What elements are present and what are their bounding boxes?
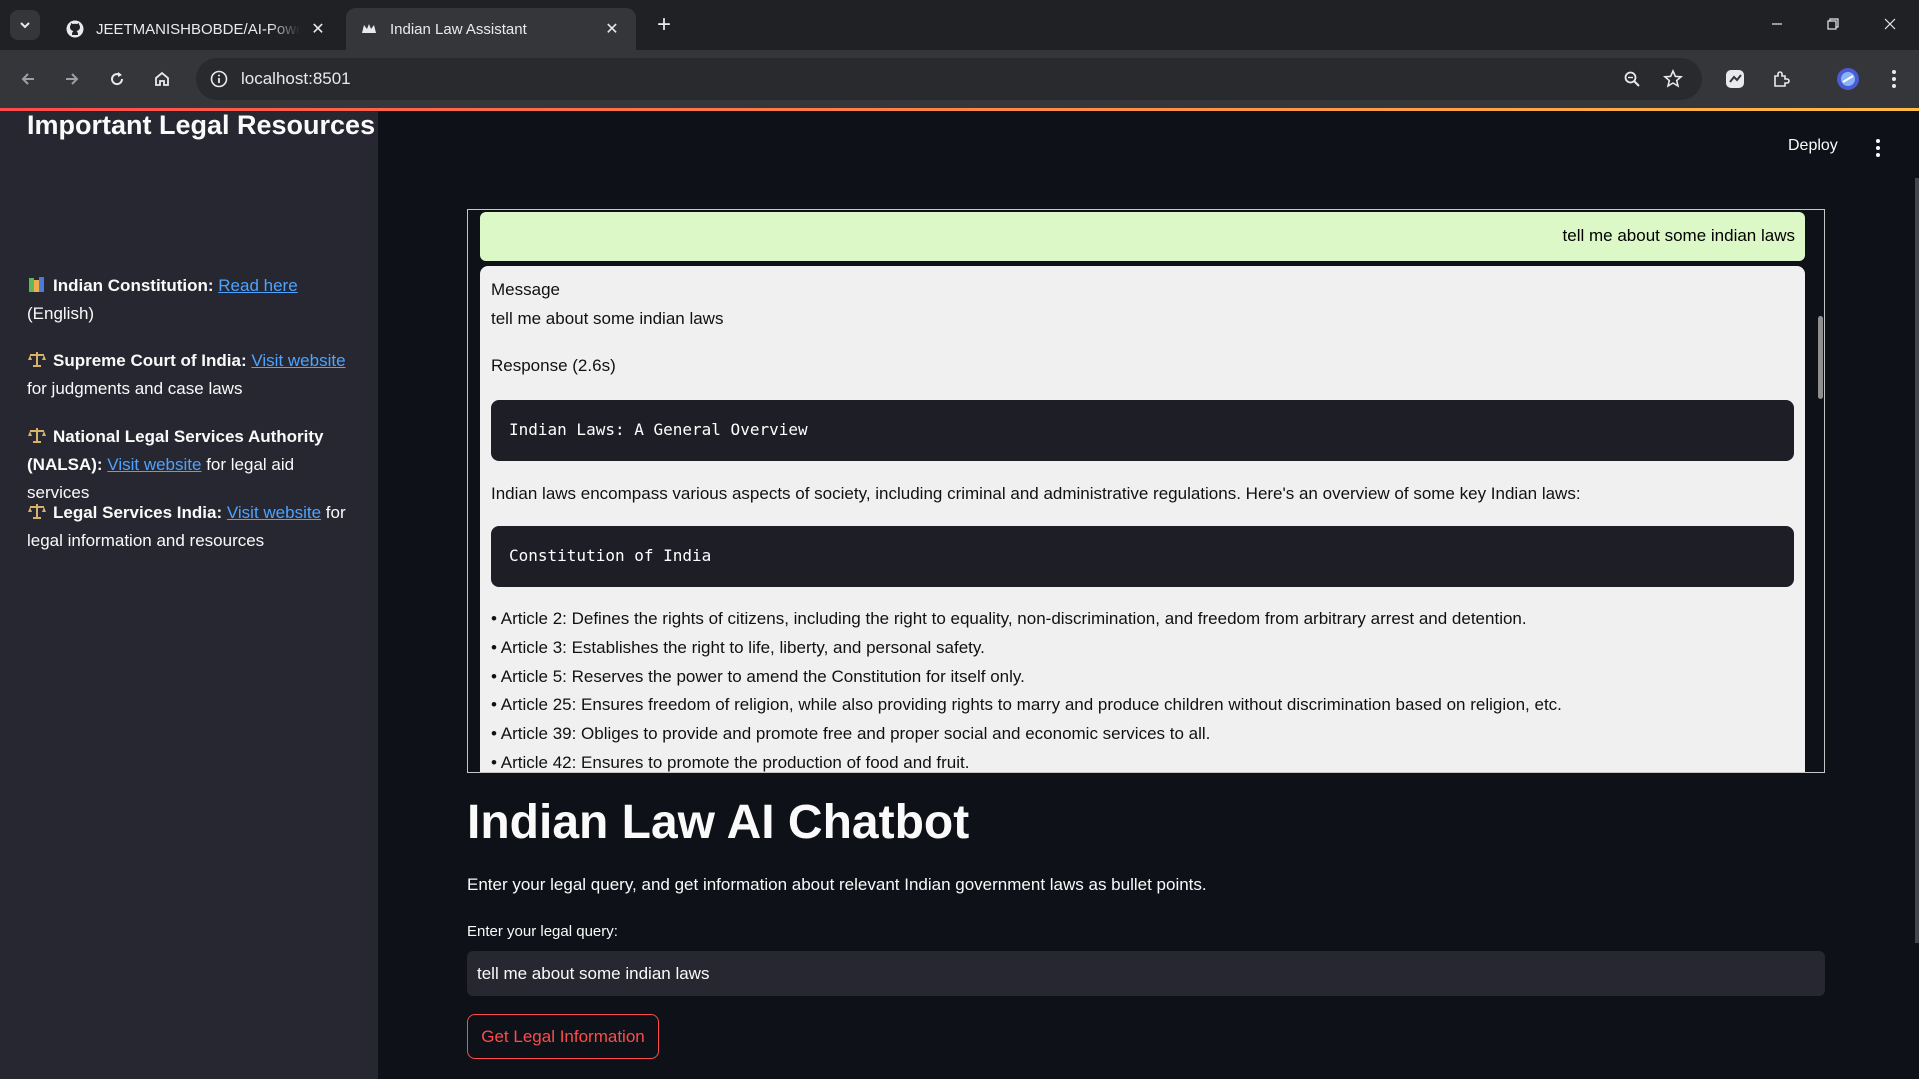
deploy-button[interactable]: Deploy	[1788, 137, 1838, 155]
streamlit-crown-icon	[360, 20, 378, 38]
address-bar[interactable]: localhost:8501	[196, 58, 1702, 100]
new-tab-icon[interactable]: +	[651, 11, 677, 38]
page-title: Indian Law AI Chatbot	[467, 796, 970, 849]
sidebar-title: Important Legal Resources	[27, 110, 376, 140]
forward-icon[interactable]	[56, 63, 88, 95]
tab-indian-law-assistant[interactable]: Indian Law Assistant ✕	[346, 8, 636, 50]
scales-icon	[28, 428, 46, 443]
message-text: tell me about some indian laws	[491, 309, 724, 328]
resource-name: Supreme Court of India:	[53, 351, 247, 370]
get-legal-information-button[interactable]: Get Legal Information	[467, 1014, 659, 1059]
resource-nalsa: National Legal Services Authority (NALSA…	[27, 423, 357, 507]
heading-overview: Indian Laws: A General Overview	[509, 420, 808, 439]
chat-history-frame[interactable]: tell me about some indian laws Message t…	[467, 209, 1825, 773]
browser-toolbar: localhost:8501	[0, 50, 1919, 108]
zoom-icon[interactable]	[1621, 68, 1643, 90]
browser-menu-icon[interactable]	[1878, 63, 1910, 95]
books-icon	[29, 277, 44, 292]
resource-supreme-court: Supreme Court of India: Visit website fo…	[27, 347, 357, 403]
page-subtitle: Enter your legal query, and get informat…	[467, 875, 1207, 894]
page-scrollbar[interactable]	[1915, 178, 1919, 943]
site-info-icon[interactable]	[208, 68, 230, 90]
sidebar	[0, 111, 378, 1079]
list-item: • Article 5: Reserves the power to amend…	[491, 667, 1025, 686]
extensions-icon[interactable]	[1765, 63, 1797, 95]
list-item: • Article 39: Obliges to provide and pro…	[491, 724, 1211, 743]
github-icon	[66, 20, 84, 38]
list-item: • Article 25: Ensures freedom of religio…	[491, 695, 1562, 714]
visit-website-link[interactable]: Visit website	[107, 455, 201, 474]
user-message-bubble: tell me about some indian laws	[480, 212, 1805, 261]
response-card: Message tell me about some indian laws R…	[480, 266, 1805, 772]
user-message-text: tell me about some indian laws	[1562, 226, 1795, 245]
tab-title: JEETMANISHBOBDE/AI-Powered	[96, 20, 300, 38]
close-window-icon[interactable]	[1870, 8, 1910, 40]
bookmark-star-icon[interactable]	[1662, 68, 1684, 90]
list-item: • Article 3: Establishes the right to li…	[491, 638, 985, 657]
tab-title: Indian Law Assistant	[390, 20, 527, 38]
resource-note: for judgments and case laws	[27, 379, 243, 398]
reload-icon[interactable]	[101, 63, 133, 95]
code-block: Indian Laws: A General Overview	[491, 400, 1794, 461]
intro-text: Indian laws encompass various aspects of…	[491, 484, 1581, 503]
tab-search-button[interactable]	[10, 10, 40, 40]
resource-name: Legal Services India:	[53, 503, 223, 522]
close-tab-icon[interactable]: ✕	[602, 19, 622, 39]
minimize-icon[interactable]	[1757, 8, 1797, 40]
message-label: Message	[491, 280, 560, 299]
restore-icon[interactable]	[1813, 8, 1853, 40]
list-item: • Article 42: Ensures to promote the pro…	[491, 753, 970, 772]
tab-github[interactable]: JEETMANISHBOBDE/AI-Powered ✕	[52, 8, 342, 50]
profile-avatar-icon[interactable]	[1832, 63, 1864, 95]
resource-legal-services-india: Legal Services India: Visit website for …	[27, 499, 357, 555]
resource-note: (English)	[27, 304, 95, 323]
read-here-link[interactable]: Read here	[218, 276, 297, 295]
code-block: Constitution of India	[491, 526, 1794, 587]
home-icon[interactable]	[146, 63, 178, 95]
back-icon[interactable]	[12, 63, 44, 95]
performance-icon[interactable]	[1719, 63, 1751, 95]
heading-constitution: Constitution of India	[509, 546, 712, 565]
legal-query-input[interactable]	[467, 951, 1825, 996]
close-tab-icon[interactable]: ✕	[308, 19, 328, 39]
visit-website-link[interactable]: Visit website	[227, 503, 321, 522]
list-item: • Article 2: Defines the rights of citiz…	[491, 609, 1527, 628]
chat-scrollbar-thumb[interactable]	[1818, 316, 1823, 399]
chevron-down-icon	[20, 22, 30, 29]
scales-icon	[28, 352, 46, 367]
visit-website-link[interactable]: Visit website	[251, 351, 345, 370]
resource-constitution: Indian Constitution: Read here (English)	[27, 272, 357, 328]
browser-tab-bar: JEETMANISHBOBDE/AI-Powered ✕ Indian Law …	[0, 0, 1919, 50]
scales-icon	[28, 504, 46, 519]
resource-name: Indian Constitution:	[53, 276, 214, 295]
app-menu-icon[interactable]	[1868, 136, 1888, 160]
query-label: Enter your legal query:	[467, 923, 618, 940]
response-label: Response (2.6s)	[491, 356, 616, 375]
url-text[interactable]: localhost:8501	[241, 69, 351, 89]
